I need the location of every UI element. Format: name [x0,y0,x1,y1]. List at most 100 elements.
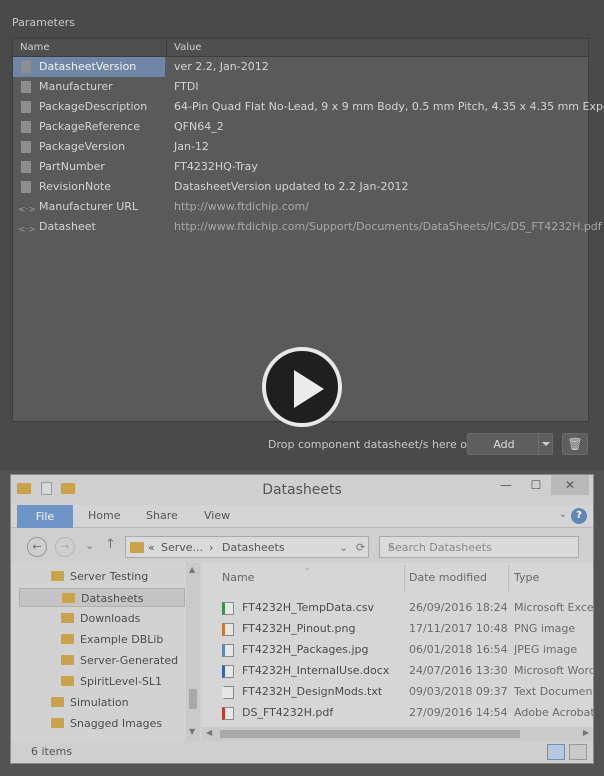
nav-item[interactable]: Simulation [11,693,129,712]
parameter-value[interactable]: FTDI [174,77,199,97]
nav-item[interactable]: Snagged Images [11,714,162,733]
scroll-right-icon[interactable]: ▶ [583,728,589,737]
parameter-value[interactable]: DatasheetVersion updated to 2.2 Jan-2012 [174,177,408,197]
parameter-row[interactable]: PackageDescription 64-Pin Quad Flat No-Le… [13,97,604,117]
parameter-value[interactable]: ver 2.2, Jan-2012 [174,57,269,77]
search-input[interactable]: Search Datasheets ⌕ [379,536,579,558]
scroll-down-icon[interactable]: ▼ [189,727,195,736]
chevron-down-icon[interactable] [538,434,552,454]
nav-item[interactable]: SpiritLevel-SL1 [11,672,162,691]
add-button-label: Add [493,438,515,451]
nav-scrollbar-thumb[interactable] [189,689,197,709]
parameter-row[interactable]: <·> Manufacturer URL http://www.ftdichip.c… [13,197,588,217]
file-list-scrollbar[interactable]: ◀ ▶ [202,727,593,741]
breadcrumb-overflow[interactable]: « [148,541,155,554]
recent-locations-icon[interactable]: ⌄ [85,539,94,552]
document-icon [21,181,31,193]
column-header-value[interactable]: Value [174,42,201,53]
column-divider[interactable] [404,565,405,591]
scroll-up-icon[interactable]: ▲ [189,565,195,574]
window-controls: — ☐ ✕ [491,475,589,497]
title-bar[interactable]: Datasheets — ☐ ✕ [11,475,593,505]
parameter-name[interactable]: PackageDescription [13,97,165,117]
parameter-row[interactable]: DatasheetVersion ver 2.2, Jan-2012 [13,57,588,77]
parameter-name-label: PackageDescription [39,100,148,113]
large-icons-view-button[interactable] [569,744,587,760]
add-button[interactable]: Add [467,433,553,455]
parameter-value[interactable]: Jan-12 [174,137,209,157]
file-row[interactable]: FT4232H_Pinout.png 17/11/2017 10:48 PNG im… [202,618,593,639]
file-row[interactable]: FT4232H_InternalUse.docx 24/07/2016 13:30… [202,660,593,681]
file-list-scrollbar-thumb[interactable] [220,730,520,738]
parameter-name-label: Datasheet [39,220,96,233]
address-dropdown-icon[interactable]: ⌄ [339,541,348,554]
parameter-name[interactable]: <·> Manufacturer URL [13,197,165,217]
parameter-name[interactable]: PackageReference [13,117,165,137]
delete-button[interactable]: 🗑 [562,433,588,455]
forward-button[interactable]: → [55,537,75,557]
parameter-row[interactable]: Manufacturer FTDI [13,77,588,97]
column-header-name[interactable]: Name [20,42,50,53]
text-file-icon [222,686,234,699]
nav-item-label: Server Testing [70,570,149,583]
parameter-row[interactable]: <·> Datasheet http://www.ftdichip.com/Supp… [13,217,602,237]
file-row[interactable]: FT4232H_DesignMods.txt 09/03/2018 09:37 Te… [202,681,593,702]
column-header-type[interactable]: Type [514,571,539,584]
nav-scrollbar[interactable]: ▲ ▼ [186,563,200,741]
back-button[interactable]: ← [27,537,47,557]
file-row[interactable]: FT4232H_Packages.jpg 06/01/2018 16:54 JPEG… [202,639,593,660]
file-row[interactable]: DS_FT4232H.pdf 27/09/2016 14:54 Adobe Acro… [202,702,593,723]
parameter-value[interactable]: http://www.ftdichip.com/ [174,197,309,217]
tab-share[interactable]: Share [146,509,178,522]
parameter-value[interactable]: FT4232HQ-Tray [174,157,258,177]
tab-home[interactable]: Home [88,509,120,522]
column-header-date[interactable]: Date modified [409,571,487,584]
image-file-icon [222,644,234,657]
parameter-row[interactable]: PackageVersion Jan-12 [13,137,588,157]
parameter-name[interactable]: Manufacturer [13,77,165,97]
address-box[interactable]: « Serve... › Datasheets ⌄ ⟳ [125,536,369,558]
details-view-button[interactable] [547,744,565,760]
nav-item[interactable]: Downloads [11,609,140,628]
scroll-left-icon[interactable]: ◀ [206,728,212,737]
parameter-name[interactable]: RevisionNote [13,177,165,197]
play-button[interactable] [262,347,342,427]
file-date-modified: 27/09/2016 14:54 [409,706,508,719]
breadcrumb-parent[interactable]: Serve... [161,541,203,554]
navigation-pane: Server Testing Datasheets Downloads Example… [11,563,201,741]
tab-view[interactable]: View [204,509,230,522]
breadcrumb-current[interactable]: Datasheets [222,541,285,554]
tab-file[interactable]: File [17,505,73,528]
file-row[interactable]: FT4232H_TempData.csv 26/09/2016 18:24 Micr… [202,597,593,618]
parameter-value[interactable]: http://www.ftdichip.com/Support/Document… [174,217,602,237]
column-divider[interactable] [166,39,167,57]
spreadsheet-file-icon [222,602,234,615]
parameter-name[interactable]: DatasheetVersion [13,57,165,77]
parameter-name[interactable]: <·> Datasheet [13,217,165,237]
parameter-row[interactable]: PackageReference QFN64_2 [13,117,588,137]
folder-icon [51,697,64,707]
parameter-value[interactable]: QFN64_2 [174,117,224,137]
column-header-name[interactable]: Name [222,571,254,584]
maximize-button[interactable]: ☐ [521,475,551,495]
nav-item[interactable]: Server Testing [11,567,148,586]
parameter-value[interactable]: 64-Pin Quad Flat No-Lead, 9 x 9 mm Body,… [174,97,604,117]
nav-item[interactable]: Example DBLib [11,630,163,649]
file-type: Adobe Acrobat [514,706,593,719]
parameter-row[interactable]: RevisionNote DatasheetVersion updated to … [13,177,588,197]
parameter-name[interactable]: PartNumber [13,157,165,177]
refresh-icon[interactable]: ⟳ [356,541,365,554]
help-icon[interactable]: ? [571,508,587,524]
parameter-name[interactable]: PackageVersion [13,137,165,157]
up-arrow-icon[interactable]: ↑ [105,537,116,552]
nav-item[interactable]: Server-Generated [11,651,178,670]
parameter-row[interactable]: PartNumber FT4232HQ-Tray [13,157,588,177]
folder-icon [61,634,74,644]
column-divider[interactable] [508,565,509,591]
breadcrumb-separator[interactable]: › [209,541,213,554]
close-button[interactable]: ✕ [551,475,589,495]
document-icon [21,61,31,73]
expand-ribbon-icon[interactable]: ⌄ [559,509,567,520]
minimize-button[interactable]: — [491,475,521,495]
nav-item[interactable]: Datasheets [19,588,185,607]
